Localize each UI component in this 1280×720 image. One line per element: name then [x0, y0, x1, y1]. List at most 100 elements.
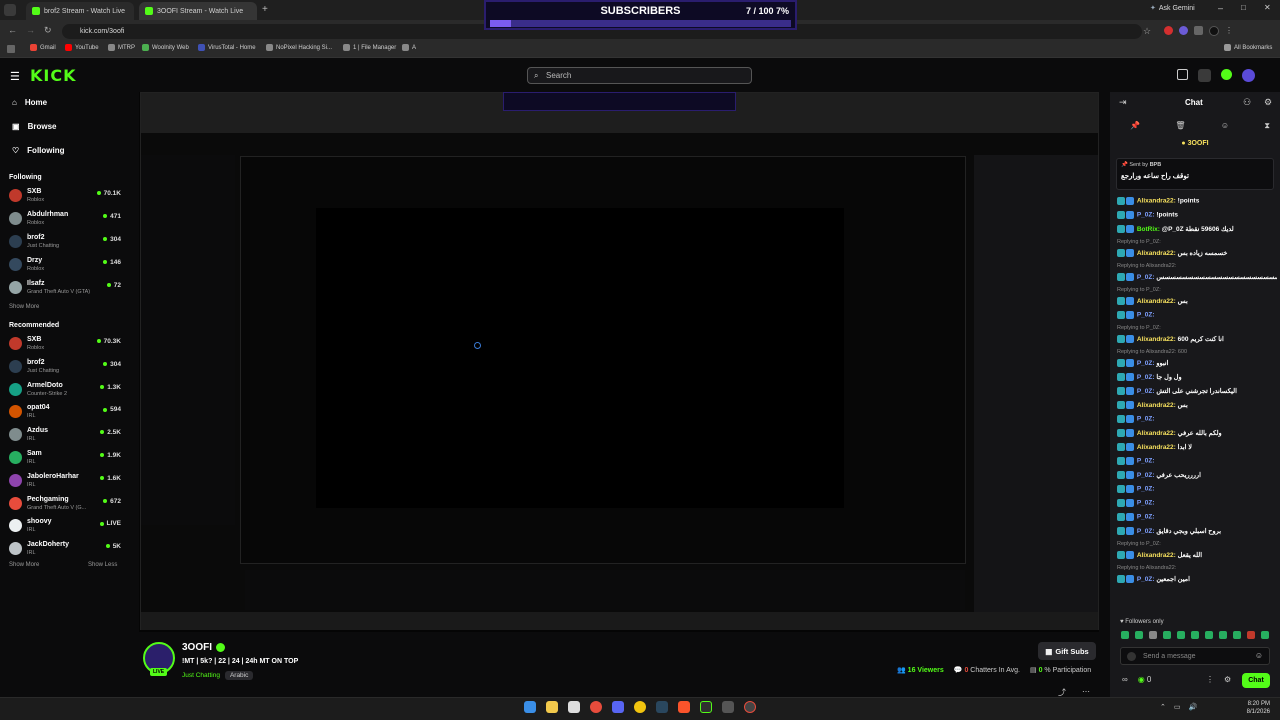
chat-username[interactable]: P_0Z:: [1137, 500, 1155, 507]
chat-message[interactable]: Alixandra22: خسمسه زياده بس: [1117, 249, 1277, 258]
chat-users-icon[interactable]: ⚇: [1243, 97, 1251, 108]
chat-message[interactable]: BotRix: @P_0Z لديك 59606 نقطة: [1117, 225, 1277, 234]
chat-username[interactable]: Alixandra22:: [1137, 198, 1176, 205]
bookmark-gmail[interactable]: Gmail: [30, 44, 56, 51]
bookmark-virustotal[interactable]: VirusTotal - Home: [198, 44, 256, 51]
pinned-message[interactable]: 📌 Sent by BPB توقف راح ساعه ورارجع: [1116, 158, 1274, 190]
emote-9-icon[interactable]: [1233, 631, 1241, 639]
points-display[interactable]: ◉ 0: [1138, 675, 1152, 684]
chat-message[interactable]: Alixandra22: بس: [1117, 401, 1277, 410]
chat-username[interactable]: BotRix:: [1137, 226, 1160, 233]
chat-message[interactable]: Alixandra22: ولكم بالله عرفي: [1117, 429, 1277, 438]
start-menu-icon[interactable]: [524, 701, 536, 713]
recommended-channel[interactable]: shoovy IRL LIVE: [9, 517, 121, 535]
show-less-recommended[interactable]: Show Less: [88, 562, 117, 568]
recommended-channel[interactable]: Azdus IRL 2.5K: [9, 426, 121, 444]
chat-username[interactable]: P_0Z:: [1137, 576, 1155, 583]
hamburger-menu-icon[interactable]: ☰: [10, 70, 20, 83]
emote-10-icon[interactable]: [1247, 631, 1255, 639]
emote-1-icon[interactable]: [1121, 631, 1129, 639]
app-a-icon[interactable]: [700, 701, 712, 713]
chat-message[interactable]: Alixandra22: !points: [1117, 197, 1277, 205]
chat-username[interactable]: P_0Z:: [1137, 388, 1155, 395]
emote-8-icon[interactable]: [1219, 631, 1227, 639]
following-channel[interactable]: SXB Roblox 70.1K: [9, 187, 121, 205]
chat-username[interactable]: Alixandra22:: [1137, 444, 1176, 451]
chat-username[interactable]: P_0Z:: [1137, 486, 1155, 493]
following-channel[interactable]: brof2 Just Chatting 304: [9, 233, 121, 251]
bookmark-a[interactable]: A: [402, 44, 416, 51]
chat-reply-context[interactable]: Replying to P_0Z:: [1117, 239, 1277, 245]
nav-home[interactable]: ⌂ Home: [12, 98, 47, 107]
chat-reply-context[interactable]: Replying to Alixandra22:: [1117, 263, 1277, 269]
chat-username[interactable]: P_0Z:: [1137, 514, 1155, 521]
back-icon[interactable]: ←: [8, 25, 17, 35]
show-more-recommended[interactable]: Show More: [9, 562, 39, 568]
nav-following[interactable]: ♡ Following: [12, 146, 65, 155]
chat-username[interactable]: P_0Z:: [1137, 212, 1155, 219]
recommended-channel[interactable]: brof2 Just Chatting 304: [9, 358, 121, 376]
kick-k-icon[interactable]: [1221, 69, 1232, 80]
chat-reply-context[interactable]: Replying to P_0Z:: [1117, 541, 1277, 547]
emote-4-icon[interactable]: [1163, 631, 1171, 639]
browser-tab-3oofi[interactable]: 3OOFI Stream - Watch Live: [139, 2, 257, 20]
tray-chevron-icon[interactable]: ⌃: [1160, 703, 1166, 711]
theater-mode-icon[interactable]: [1198, 69, 1211, 82]
search-input[interactable]: ⌕ Search: [527, 67, 752, 84]
recommended-channel[interactable]: Pechgaming Grand Theft Auto V (G... 672: [9, 495, 121, 513]
chat-settings-icon[interactable]: ⚙: [1264, 97, 1272, 108]
following-channel[interactable]: Abdulrhman Roblox 471: [9, 210, 121, 228]
pin-icon[interactable]: 📌: [1130, 121, 1140, 131]
emote-11-icon[interactable]: [1261, 631, 1269, 639]
chat-message[interactable]: Alixandra22: لا ابدا: [1117, 443, 1277, 452]
chat-message[interactable]: P_0Z:: [1117, 311, 1277, 319]
chat-settings-gear-icon[interactable]: ⚙: [1224, 675, 1231, 684]
chat-message[interactable]: P_0Z: امين اجمعين: [1117, 575, 1277, 584]
maximize-icon[interactable]: □: [1241, 3, 1246, 12]
taskbar-clock[interactable]: 8:20 PM 8/1/2026: [1238, 700, 1270, 716]
bookmark-youtube[interactable]: YouTube: [65, 44, 99, 51]
emote-2-icon[interactable]: [1135, 631, 1143, 639]
chat-message[interactable]: P_0Z:: [1117, 457, 1277, 465]
extension-red-icon[interactable]: [1164, 26, 1173, 35]
bookmark-star-icon[interactable]: ☆: [1143, 26, 1151, 37]
bookmark-nopixel[interactable]: NoPixel Hacking Si...: [266, 44, 332, 51]
bookmark-woolnity[interactable]: Woolnity Web: [142, 44, 189, 51]
file-explorer-icon[interactable]: [546, 701, 558, 713]
chat-send-button[interactable]: Chat: [1242, 673, 1270, 688]
minimize-icon[interactable]: –: [1218, 3, 1223, 13]
chat-message[interactable]: P_0Z: ول ول جا: [1117, 373, 1277, 382]
close-window-icon[interactable]: ✕: [1264, 3, 1271, 12]
chat-message[interactable]: Alixandra22: انا كنت كريم 600: [1117, 335, 1277, 344]
hourglass-icon[interactable]: ⧗: [1264, 121, 1270, 131]
app-yellow-icon[interactable]: [634, 701, 646, 713]
bookmark-file-manager[interactable]: 1 | File Manager: [343, 44, 396, 51]
emote-icon[interactable]: ☺: [1221, 121, 1229, 131]
kick-logo[interactable]: KICK: [30, 66, 77, 85]
chat-username[interactable]: P_0Z:: [1137, 416, 1155, 423]
infinity-icon[interactable]: ∞: [1122, 675, 1128, 684]
chat-username[interactable]: P_0Z:: [1137, 458, 1155, 465]
chat-message[interactable]: Alixandra22: الله يقعل: [1117, 551, 1277, 560]
chat-more-icon[interactable]: ⋮: [1206, 675, 1214, 684]
app-gray-icon[interactable]: [722, 701, 734, 713]
chat-username[interactable]: P_0Z:: [1137, 472, 1155, 479]
browser-menu-icon[interactable]: ⋮: [1225, 26, 1233, 36]
chat-reply-context[interactable]: Replying to Alixandra22:: [1117, 565, 1277, 571]
chat-message[interactable]: P_0Z: ارررريحب عرفي: [1117, 471, 1277, 480]
nav-browse[interactable]: ▣ Browse: [12, 122, 56, 131]
chat-message[interactable]: P_0Z: اليكساندرا تجرشني على التش: [1117, 387, 1277, 396]
extension-purple-icon[interactable]: [1179, 26, 1188, 35]
chat-username[interactable]: P_0Z:: [1137, 274, 1155, 281]
chat-input[interactable]: Send a message ☺: [1120, 647, 1270, 665]
ask-gemini-button[interactable]: ✦ Ask Gemini: [1150, 4, 1195, 13]
chat-message[interactable]: P_0Z: انبوو: [1117, 359, 1277, 368]
emote-5-icon[interactable]: [1177, 631, 1185, 639]
chat-message[interactable]: P_0Z: !points: [1117, 211, 1277, 219]
volume-icon[interactable]: 🔊: [1189, 703, 1198, 711]
streamer-name[interactable]: 3OOFI: [182, 642, 212, 653]
emote-3-icon[interactable]: [1149, 631, 1157, 639]
chat-username[interactable]: P_0Z:: [1137, 312, 1155, 319]
chat-reply-context[interactable]: Replying to P_0Z:: [1117, 325, 1277, 331]
apps-icon[interactable]: [7, 45, 15, 53]
